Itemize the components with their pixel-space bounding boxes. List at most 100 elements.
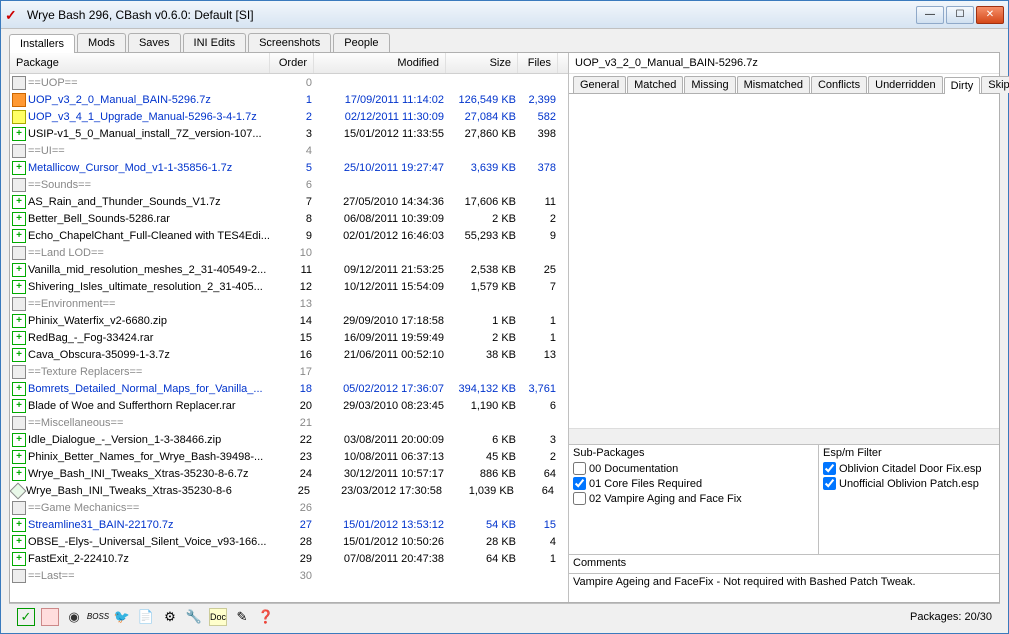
tool-icon-1[interactable]: 🐦: [113, 608, 131, 626]
marker-icon: [12, 76, 26, 90]
table-row[interactable]: +Idle_Dialogue_-_Version_1-3-38466.zip22…: [10, 431, 568, 448]
marker-icon: [12, 501, 26, 515]
tab-installers[interactable]: Installers: [9, 34, 75, 53]
table-row[interactable]: ==Land LOD==10: [10, 244, 568, 261]
plus-icon: +: [12, 552, 26, 566]
table-row[interactable]: +Bomrets_Detailed_Normal_Maps_for_Vanill…: [10, 380, 568, 397]
list-item[interactable]: Unofficial Oblivion Patch.esp: [823, 476, 995, 491]
table-row[interactable]: +Streamline31_BAIN-22170.7z2715/01/2012 …: [10, 516, 568, 533]
table-row[interactable]: Wrye_Bash_INI_Tweaks_Xtras-35230-8-62523…: [10, 482, 568, 499]
col-modified[interactable]: Modified: [314, 53, 446, 73]
table-row[interactable]: +Wrye_Bash_INI_Tweaks_Xtras-35230-8-6.7z…: [10, 465, 568, 482]
maximize-button[interactable]: ☐: [946, 6, 974, 24]
tool-icon-2[interactable]: 📄: [137, 608, 155, 626]
table-row[interactable]: +Blade of Woe and Sufferthorn Replacer.r…: [10, 397, 568, 414]
cell-order: 16: [274, 349, 318, 361]
oblivion-icon[interactable]: ◉: [65, 608, 83, 626]
table-row[interactable]: ==UI==4: [10, 142, 568, 159]
table-row[interactable]: ==Miscellaneous==21: [10, 414, 568, 431]
plus-icon: +: [12, 518, 26, 532]
cell-files: 2: [522, 213, 562, 225]
checkbox[interactable]: [823, 477, 836, 490]
cell-mod: 10/12/2011 15:54:09: [318, 281, 450, 293]
table-row[interactable]: +Phinix_Better_Names_for_Wrye_Bash-39498…: [10, 448, 568, 465]
table-row[interactable]: +Shivering_Isles_ultimate_resolution_2_3…: [10, 278, 568, 295]
checkbox[interactable]: [573, 492, 586, 505]
tab-ini-edits[interactable]: INI Edits: [183, 33, 247, 52]
edit-icon[interactable]: ✎: [233, 608, 251, 626]
detail-tab-general[interactable]: General: [573, 76, 626, 93]
square-icon[interactable]: [41, 608, 59, 626]
tab-people[interactable]: People: [333, 33, 389, 52]
table-row[interactable]: ==Texture Replacers==17: [10, 363, 568, 380]
table-row[interactable]: +USIP-v1_5_0_Manual_install_7Z_version-1…: [10, 125, 568, 142]
detail-tab-matched[interactable]: Matched: [627, 76, 683, 93]
cell-order: 14: [274, 315, 318, 327]
detail-tab-skipped[interactable]: Skipped: [981, 76, 1009, 93]
table-row[interactable]: ==UOP==0: [10, 74, 568, 91]
detail-tab-mismatched[interactable]: Mismatched: [737, 76, 810, 93]
table-row[interactable]: +Echo_ChapelChant_Full-Cleaned with TES4…: [10, 227, 568, 244]
table-row[interactable]: +FastExit_2-22410.7z2907/08/2011 20:47:3…: [10, 550, 568, 567]
close-button[interactable]: ✕: [976, 6, 1004, 24]
packages-pane: Package Order Modified Size Files ==UOP=…: [10, 53, 569, 602]
table-row[interactable]: +Phinix_Waterfix_v2-6680.zip1429/09/2010…: [10, 312, 568, 329]
cell-files: 378: [522, 162, 562, 174]
table-row[interactable]: +AS_Rain_and_Thunder_Sounds_V1.7z727/05/…: [10, 193, 568, 210]
list-item[interactable]: 02 Vampire Aging and Face Fix: [573, 491, 814, 506]
doc-icon[interactable]: Doc: [209, 608, 227, 626]
package-name: Wrye_Bash_INI_Tweaks_Xtras-35230-8-6: [26, 485, 272, 497]
detail-tab-conflicts[interactable]: Conflicts: [811, 76, 867, 93]
tab-mods[interactable]: Mods: [77, 33, 126, 52]
table-row[interactable]: ==Environment==13: [10, 295, 568, 312]
package-name: ==Land LOD==: [28, 247, 274, 259]
table-row[interactable]: UOP_v3_4_1_Upgrade_Manual-5296-3-4-1.7z2…: [10, 108, 568, 125]
detail-tab-dirty[interactable]: Dirty: [944, 77, 981, 94]
marker-icon: [12, 569, 26, 583]
marker-icon: [12, 144, 26, 158]
boss-icon[interactable]: BOSS: [89, 608, 107, 626]
table-row[interactable]: +Metallicow_Cursor_Mod_v1-1-35856-1.7z52…: [10, 159, 568, 176]
tab-saves[interactable]: Saves: [128, 33, 181, 52]
list-item[interactable]: 00 Documentation: [573, 461, 814, 476]
table-row[interactable]: +Vanilla_mid_resolution_meshes_2_31-4054…: [10, 261, 568, 278]
cell-order: 13: [274, 298, 318, 310]
cell-order: 17: [274, 366, 318, 378]
table-row[interactable]: +Better_Bell_Sounds-5286.rar806/08/2011 …: [10, 210, 568, 227]
package-name: Metallicow_Cursor_Mod_v1-1-35856-1.7z: [28, 162, 274, 174]
cell-size: 1,579 KB: [450, 281, 522, 293]
esp-filter-panel: Esp/m Filter Oblivion Citadel Door Fix.e…: [819, 445, 999, 554]
item-label: Unofficial Oblivion Patch.esp: [839, 478, 979, 490]
table-row[interactable]: +OBSE_-Elys-_Universal_Silent_Voice_v93-…: [10, 533, 568, 550]
package-name: AS_Rain_and_Thunder_Sounds_V1.7z: [28, 196, 274, 208]
table-row[interactable]: ==Last==30: [10, 567, 568, 584]
plus-icon: +: [12, 195, 26, 209]
checkbox[interactable]: [573, 462, 586, 475]
table-row[interactable]: +RedBag_-_Fog-33424.rar1516/09/2011 19:5…: [10, 329, 568, 346]
col-files[interactable]: Files: [518, 53, 558, 73]
checkbox[interactable]: [823, 462, 836, 475]
tab-screenshots[interactable]: Screenshots: [248, 33, 331, 52]
detail-tab-missing[interactable]: Missing: [684, 76, 735, 93]
check-icon[interactable]: ✓: [17, 608, 35, 626]
table-row[interactable]: UOP_v3_2_0_Manual_BAIN-5296.7z117/09/201…: [10, 91, 568, 108]
table-row[interactable]: ==Sounds==6: [10, 176, 568, 193]
package-name: ==UI==: [28, 145, 274, 157]
tool-icon-4[interactable]: 🔧: [185, 608, 203, 626]
checkbox[interactable]: [573, 477, 586, 490]
col-order[interactable]: Order: [270, 53, 314, 73]
tool-icon-3[interactable]: ⚙: [161, 608, 179, 626]
package-list[interactable]: ==UOP==0UOP_v3_2_0_Manual_BAIN-5296.7z11…: [10, 74, 568, 602]
list-item[interactable]: Oblivion Citadel Door Fix.esp: [823, 461, 995, 476]
help-icon[interactable]: ❓: [257, 608, 275, 626]
col-size[interactable]: Size: [446, 53, 518, 73]
col-package[interactable]: Package: [10, 53, 270, 73]
minimize-button[interactable]: —: [916, 6, 944, 24]
table-row[interactable]: +Cava_Obscura-35099-1-3.7z1621/06/2011 0…: [10, 346, 568, 363]
horizontal-scrollbar[interactable]: [569, 428, 999, 444]
comments-textarea[interactable]: [569, 573, 999, 602]
list-item[interactable]: 01 Core Files Required: [573, 476, 814, 491]
detail-tab-underridden[interactable]: Underridden: [868, 76, 943, 93]
table-row[interactable]: ==Game Mechanics==26: [10, 499, 568, 516]
cell-size: 55,293 KB: [450, 230, 522, 242]
